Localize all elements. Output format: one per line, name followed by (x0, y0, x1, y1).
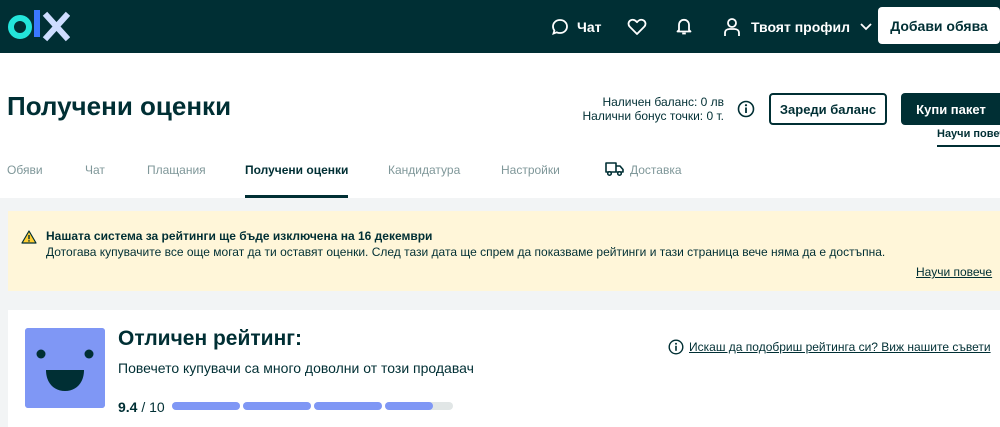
rating-score-max: / 10 (141, 399, 165, 415)
happy-face-icon (25, 328, 105, 408)
page-title: Получени оценки (7, 91, 232, 121)
notice-text: Дотогава купувачите все още могат да ти … (46, 245, 886, 259)
rating-subtitle: Повечето купувачи са много доволни от то… (118, 360, 474, 376)
chat-nav-label: Чат (577, 18, 602, 35)
notifications-nav-link[interactable] (675, 0, 693, 53)
improve-rating-tips-label: Искаш да подобриш рейтинга си? Виж нашит… (689, 340, 991, 354)
rating-score: 9.4 / 10 (118, 399, 165, 415)
notice-title: Нашата система за рейтинги ще бъде изклю… (46, 229, 433, 243)
rating-bar-fill (172, 402, 240, 410)
rating-bar-fill (314, 402, 382, 410)
tab-settings[interactable]: Настройки (501, 163, 560, 198)
rating-bar-segment (385, 402, 453, 410)
profile-nav-menu[interactable]: Твоят профил (723, 0, 872, 53)
tab-delivery-label: Доставка (630, 163, 682, 177)
rating-card: Отличен рейтинг: Повечето купувачи са мн… (8, 310, 1000, 427)
shutdown-notice: Нашата система за рейтинги ще бъде изклю… (8, 211, 1000, 291)
info-icon (668, 339, 684, 355)
rating-bar-fill (243, 402, 311, 410)
chat-icon (552, 18, 568, 35)
rating-bar-segment (172, 402, 240, 410)
tab-ads[interactable]: Обяви (7, 163, 43, 198)
account-header: Получени оценки Наличен баланс: 0 лв Нал… (0, 53, 1000, 198)
rating-bar-fill (385, 402, 433, 410)
tab-application[interactable]: Кандидатура (388, 163, 460, 198)
chevron-down-icon (860, 22, 872, 30)
learn-more-link[interactable]: Научи повече (937, 128, 1000, 147)
improve-rating-tips-link[interactable]: Искаш да подобриш рейтинга си? Виж нашит… (668, 339, 991, 355)
balance-info: Наличен баланс: 0 лв Налични бонус точки… (583, 95, 725, 123)
heart-icon (627, 18, 647, 35)
warning-icon (21, 230, 37, 244)
chat-nav-link[interactable]: Чат (551, 0, 601, 53)
post-ad-button[interactable]: Добави обява (878, 7, 1000, 44)
notice-learn-more-link[interactable]: Научи повече (916, 265, 992, 279)
profile-nav-label: Твоят профил (751, 18, 851, 35)
user-icon (724, 17, 740, 36)
tab-delivery[interactable]: Доставка (605, 162, 695, 198)
rating-bar-segment (243, 402, 311, 410)
rating-bar-segment (314, 402, 382, 410)
balance-line: Наличен баланс: 0 лв (602, 95, 724, 109)
top-navbar: Чат Твоят профил Добави обява (0, 0, 1000, 53)
rating-title: Отличен рейтинг: (118, 327, 303, 350)
rating-score-value: 9.4 (118, 399, 138, 415)
bell-icon (676, 18, 692, 35)
tab-chat[interactable]: Чат (85, 163, 105, 198)
account-tabs: Обяви Чат Плащания Получени оценки Канди… (0, 162, 1000, 198)
tab-payments[interactable]: Плащания (147, 163, 206, 198)
bonus-points-line: Налични бонус точки: 0 т. (582, 109, 725, 123)
tab-received-ratings[interactable]: Получени оценки (245, 163, 349, 198)
buy-package-button[interactable]: Купи пакет (901, 93, 1000, 125)
truck-icon (605, 162, 624, 177)
favorites-nav-link[interactable] (627, 0, 647, 53)
olx-logo[interactable] (8, 6, 70, 46)
top-up-balance-button[interactable]: Зареди баланс (769, 93, 887, 125)
info-icon[interactable] (737, 100, 755, 118)
